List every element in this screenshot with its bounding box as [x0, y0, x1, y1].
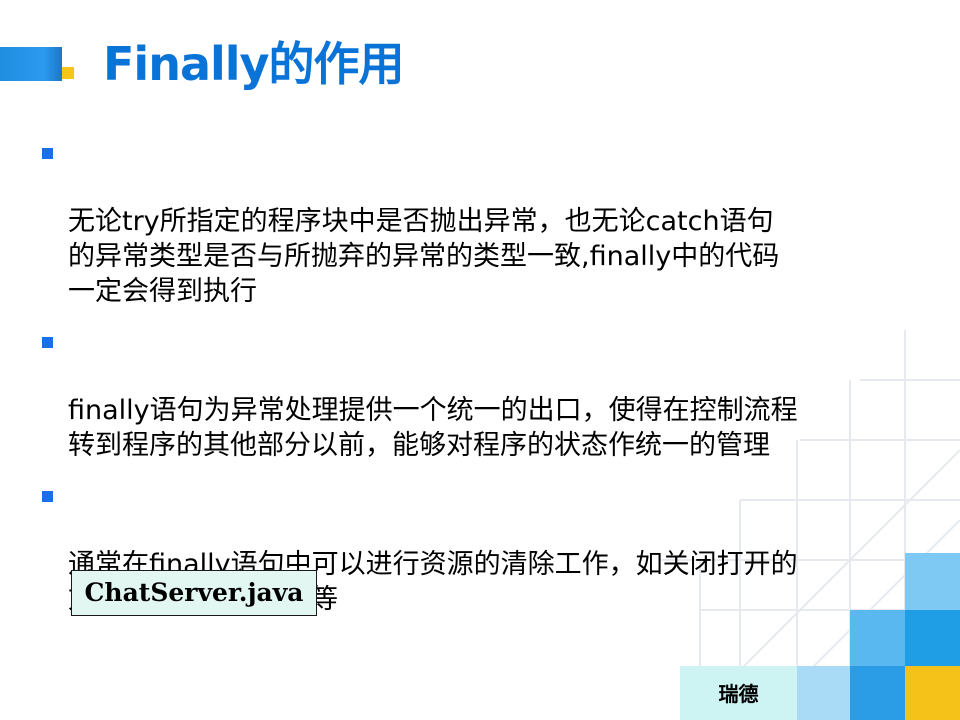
title-accent-bar [0, 47, 62, 81]
slide-title: Finally的作用 [103, 37, 404, 91]
decorative-square [905, 553, 960, 610]
footer-label: 瑞德 [718, 682, 759, 706]
file-link-box[interactable]: ChatServer.java [71, 570, 317, 616]
bullet-item: 无论try所指定的程序块中是否抛出异常，也无论catch语句 的异常类型是否与所… [42, 134, 932, 309]
bullet-list: 无论try所指定的程序块中是否抛出异常，也无论catch语句 的异常类型是否与所… [42, 134, 932, 631]
decorative-square [850, 666, 905, 720]
decorative-square [797, 666, 850, 720]
decorative-square-yellow [905, 666, 960, 720]
decorative-square [850, 610, 905, 666]
title-accent-square [62, 67, 74, 79]
bullet-text: 无论try所指定的程序块中是否抛出异常，也无论catch语句 的异常类型是否与所… [68, 206, 780, 307]
bullet-text: finally语句为异常处理提供一个统一的出口，使得在控制流程 转到程序的其他部… [68, 395, 798, 461]
slide: Finally的作用 无论try所指定的程序块中是否抛出异常，也无论catch语… [0, 0, 960, 720]
decorative-square [905, 610, 960, 666]
square-bullet-icon [42, 337, 53, 348]
square-bullet-icon [42, 148, 53, 159]
bullet-item: finally语句为异常处理提供一个统一的出口，使得在控制流程 转到程序的其他部… [42, 323, 932, 463]
square-bullet-icon [42, 491, 53, 502]
